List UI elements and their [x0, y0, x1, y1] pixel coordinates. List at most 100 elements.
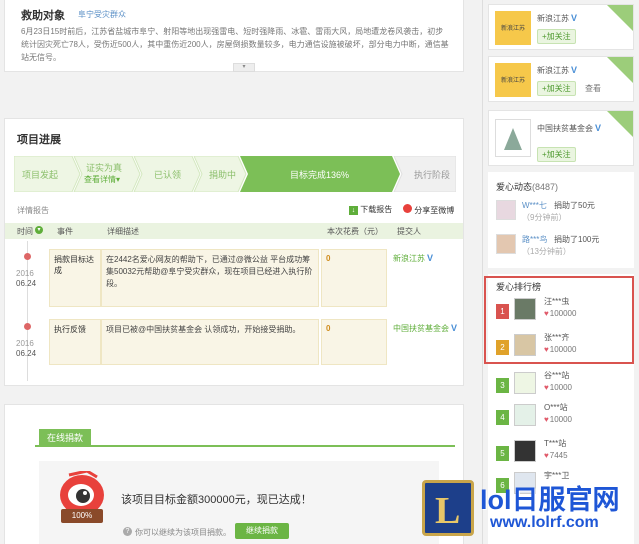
rank-value: ♥100000	[544, 309, 576, 318]
table-row: 2016 06.24 捐款目标达成 在2442名爱心网友的帮助下，已通过@微公益…	[5, 245, 463, 311]
download-label: 下载报告	[360, 205, 393, 214]
heart-icon: ♥	[544, 345, 549, 354]
step-6: 执行阶段	[414, 170, 451, 180]
watermark-title: lol日服官网	[480, 485, 620, 515]
avatar[interactable]	[496, 234, 516, 254]
share-label: 分享至微博	[414, 206, 455, 215]
activity-section: 爱心动态(8487) W***七 捐助了50元 （9分钟前） 路***鸟 捐助了…	[488, 172, 634, 268]
timeline-dot	[24, 253, 31, 260]
row-date: 06.24	[16, 349, 37, 358]
rank-number: 1	[496, 304, 509, 319]
rank-number: 5	[496, 446, 509, 461]
activity-user[interactable]: 路***鸟	[522, 234, 547, 245]
col-time[interactable]: 时间	[17, 226, 33, 237]
org-name-text: 新浪江苏	[537, 14, 569, 23]
org-name[interactable]: 中国扶贫基金会 V	[537, 123, 601, 134]
activity-count: (8487)	[532, 182, 559, 192]
activity-item: 路***鸟 捐助了100元 （13分钟前）	[496, 232, 630, 262]
row-date: 06.24	[16, 279, 37, 288]
col-submitter: 提交人	[397, 227, 421, 236]
follow-button[interactable]: +加关注	[537, 147, 576, 162]
progress-card: 项目进展 项目发起 证实为真 查看详情▾ 已认领 捐助中 目标完成136% 执行…	[4, 118, 464, 386]
view-link[interactable]: 查看	[585, 83, 601, 94]
timeline-dot	[24, 323, 31, 330]
avatar	[514, 440, 536, 462]
download-report-button[interactable]: ↓ 下载报告	[349, 204, 392, 215]
verified-icon: V	[571, 13, 578, 23]
continue-donate-button[interactable]: 继续捐款	[235, 523, 289, 539]
row-desc: 在2442名爱心网友的帮助下，已通过@微公益 平台成功筹集50032元帮助@阜宁…	[101, 249, 319, 307]
avatar	[514, 404, 536, 426]
activity-title: 爱心动态(8487)	[496, 180, 558, 193]
org-name-text: 中国扶贫基金会	[537, 124, 593, 133]
org-name[interactable]: 新浪江苏 V	[537, 65, 577, 76]
rescue-card: 救助对象 阜宁受灾群众 6月23日15时前后，江苏省盐城市阜宁、射阳等地出现强雷…	[4, 0, 464, 72]
rank-number: 4	[496, 410, 509, 425]
weibo-icon	[403, 204, 412, 213]
org-logo: 新浪江苏	[495, 11, 531, 45]
activity-item: W***七 捐助了50元 （9分钟前）	[496, 198, 630, 228]
row-submitter[interactable]: 新浪江苏 V	[393, 253, 459, 264]
activity-action: 捐助了50元	[554, 201, 595, 210]
donate-card: 在线捐款 100% 该项目目标金额300000元，现已达成！ ? 你可以继续为该…	[4, 404, 464, 544]
share-weibo-button[interactable]: 分享至微博	[403, 204, 454, 216]
avatar	[514, 334, 536, 356]
activity-time: （9分钟前）	[522, 213, 567, 222]
corner-ribbon	[607, 111, 633, 137]
col-desc: 详细描述	[107, 227, 139, 236]
table-header: 时间 ▾ 事件 详细描述 本次花费（元） 提交人	[5, 223, 463, 239]
row-cost: 0	[321, 319, 387, 365]
report-label: 详情报告	[17, 206, 49, 215]
donate-tab-bar: 在线捐款	[35, 427, 455, 447]
step-4: 捐助中	[209, 170, 237, 180]
org-logo: 新浪江苏	[495, 63, 531, 97]
activity-user[interactable]: W***七	[522, 200, 547, 211]
rank-value: ♥7445	[544, 451, 568, 460]
row-event: 捐款目标达成	[49, 249, 101, 307]
org-name[interactable]: 新浪江苏 V	[537, 13, 577, 24]
verified-icon: V	[571, 65, 578, 75]
col-cost: 本次花费（元）	[327, 227, 383, 236]
expand-toggle[interactable]: ▾	[233, 63, 255, 72]
row-desc: 项目已被@中国扶贫基金会 认领成功，开始接受捐助。	[101, 319, 319, 365]
rank-number: 2	[496, 340, 509, 355]
avatar	[514, 372, 536, 394]
row-submitter-name: 新浪江苏	[393, 254, 425, 263]
rescue-title: 救助对象	[21, 10, 65, 22]
follow-button[interactable]: +加关注	[537, 81, 576, 96]
heart-icon: ♥	[544, 415, 549, 424]
online-donate-tab[interactable]: 在线捐款	[39, 429, 92, 447]
rank-number: 3	[496, 378, 509, 393]
corner-ribbon	[607, 5, 633, 31]
row-cost: 0	[321, 249, 387, 307]
sort-icon[interactable]: ▾	[35, 226, 43, 234]
rescue-body: 6月23日15时前后，江苏省盐城市阜宁、射阳等地出现强雷电、短时强降雨、冰雹、雷…	[21, 27, 449, 62]
donate-message: 该项目目标金额300000元，现已达成！	[121, 494, 312, 506]
avatar	[514, 298, 536, 320]
org-name-text: 新浪江苏	[537, 66, 569, 75]
rank-value-text: 7445	[549, 451, 568, 460]
sidebar-divider	[482, 0, 483, 544]
row-submitter[interactable]: 中国扶贫基金会 V	[393, 323, 459, 334]
watermark-logo: L	[422, 480, 474, 536]
follow-button[interactable]: +加关注	[537, 29, 576, 44]
activity-action: 捐助了100元	[554, 235, 600, 244]
col-event: 事件	[57, 227, 73, 236]
avatar[interactable]	[496, 200, 516, 220]
step-1: 项目发起	[22, 170, 59, 180]
follow-label: +加关注	[537, 81, 576, 96]
follow-label: +加关注	[537, 29, 576, 44]
rank-value-text: 100000	[549, 345, 577, 354]
info-icon: ?	[123, 527, 132, 536]
rank-name: 张***齐	[544, 333, 570, 342]
rank-value: ♥10000	[544, 383, 572, 392]
heart-icon: ♥	[544, 309, 549, 318]
watermark-url: www.lolrf.com	[490, 514, 599, 531]
row-year: 2016	[16, 339, 34, 348]
verified-icon: V	[427, 253, 434, 263]
donate-panel: 100% 该项目目标金额300000元，现已达成！ ? 你可以继续为该项目捐款。…	[39, 461, 439, 544]
org-card: 新浪江苏 新浪江苏 V +加关注 查看	[488, 56, 634, 102]
rescue-subtitle[interactable]: 阜宁受灾群众	[78, 9, 126, 20]
rank-value-text: 100000	[549, 309, 577, 318]
step-2-details-link[interactable]: 查看详情▾	[84, 174, 120, 185]
